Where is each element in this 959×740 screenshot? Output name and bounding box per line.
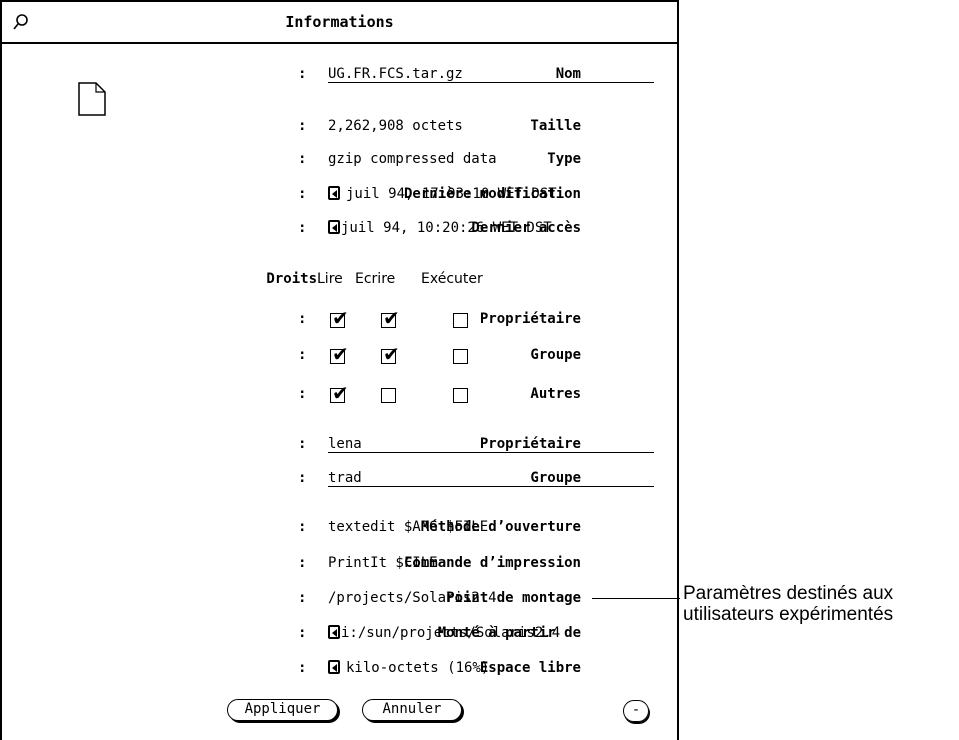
colon: : — [298, 311, 307, 327]
perm-checkbox-execute[interactable] — [453, 388, 468, 403]
less-button[interactable]: - — [623, 700, 649, 722]
colon: : — [298, 151, 307, 167]
mounted-from-value: i:/sun/projects/Solaris2.4 — [341, 625, 561, 641]
print-command-value: PrintIt $FILE — [328, 555, 438, 571]
perm-col-execute: Exécuter — [421, 271, 483, 287]
perm-checkbox-write[interactable]: ✔ — [381, 344, 400, 364]
advanced-settings-callout: Paramètres destinés aux utilisateurs exp… — [683, 583, 893, 625]
modified-row: juil 94, 17:03:10 WET DST — [328, 186, 557, 202]
apply-button[interactable]: Appliquer — [227, 699, 338, 721]
free-space-value: kilo-octets (16%) — [346, 660, 490, 676]
checkmark-icon: ✔ — [332, 342, 349, 366]
perm-checkbox-read[interactable]: ✔ — [330, 383, 349, 403]
colon: : — [298, 118, 307, 134]
left-arrow-icon[interactable] — [328, 660, 340, 674]
perm-col-read: Lire — [317, 271, 343, 287]
colon: : — [298, 470, 307, 486]
mounted-from-row: i:/sun/projects/Solaris2.4 — [328, 625, 560, 641]
group-field[interactable]: trad — [328, 470, 362, 486]
checkmark-icon: ✔ — [383, 342, 400, 366]
size-value: 2,262,908 octets — [328, 118, 463, 134]
accessed-row: juil 94, 10:20:26 WET DST — [328, 220, 552, 236]
mount-point-value: /projects/Solaris2.4 — [328, 590, 497, 606]
colon: : — [298, 555, 307, 571]
perm-checkbox-write[interactable]: ✔ — [381, 308, 400, 328]
accessed-value: juil 94, 10:20:26 WET DST — [341, 220, 552, 236]
perm-checkbox-write[interactable] — [381, 388, 396, 403]
permissions-header: Droits — [266, 271, 317, 287]
perm-row-owner-label: Propriétaire — [479, 311, 581, 327]
name-field-underline — [328, 82, 654, 83]
checkmark-icon: ✔ — [332, 306, 349, 330]
left-arrow-icon[interactable] — [328, 625, 340, 639]
colon: : — [298, 590, 307, 606]
perm-row-group-label: Groupe — [530, 347, 581, 363]
callout-line-1: Paramètres destinés aux — [683, 583, 894, 604]
colon: : — [298, 347, 307, 363]
colon: : — [298, 66, 307, 82]
size-label: Taille — [530, 118, 581, 134]
name-field[interactable]: UG.FR.FCS.tar.gz — [328, 66, 463, 82]
callout-leader-line — [592, 598, 680, 599]
colon: : — [298, 660, 307, 676]
left-arrow-icon[interactable] — [328, 186, 340, 200]
perm-row-other-label: Autres — [530, 386, 581, 402]
free-space-label: Espace libre — [479, 660, 581, 676]
file-icon — [78, 82, 106, 116]
window-title: Informations — [285, 13, 394, 31]
perm-checkbox-execute[interactable] — [453, 349, 468, 364]
open-method-value: textedit $ARG $FILE — [328, 519, 489, 535]
perm-col-write: Ecrire — [355, 271, 396, 287]
free-space-row: kilo-octets (16%) — [328, 660, 489, 676]
title-bar[interactable]: Informations — [2, 2, 677, 44]
callout-line-2: utilisateurs expérimentés — [683, 604, 894, 625]
name-label: Nom — [555, 66, 581, 82]
checkmark-icon: ✔ — [332, 381, 349, 405]
perm-checkbox-execute[interactable] — [453, 313, 468, 328]
owner-label: Propriétaire — [479, 436, 581, 452]
cancel-button[interactable]: Annuler — [362, 699, 462, 721]
group-label: Groupe — [530, 470, 581, 486]
owner-field-underline — [328, 452, 654, 453]
colon: : — [298, 519, 307, 535]
type-value: gzip compressed data — [328, 151, 497, 167]
colon: : — [298, 386, 307, 402]
colon: : — [298, 625, 307, 641]
type-label: Type — [547, 151, 581, 167]
owner-field[interactable]: lena — [328, 436, 362, 452]
modified-value: juil 94, 17:03:10 WET DST — [346, 186, 557, 202]
perm-checkbox-read[interactable]: ✔ — [330, 308, 349, 328]
colon: : — [298, 186, 307, 202]
left-arrow-icon[interactable] — [328, 220, 340, 234]
perm-checkbox-read[interactable]: ✔ — [330, 344, 349, 364]
colon: : — [298, 436, 307, 452]
group-field-underline — [328, 486, 654, 487]
checkmark-icon: ✔ — [383, 306, 400, 330]
colon: : — [298, 220, 307, 236]
